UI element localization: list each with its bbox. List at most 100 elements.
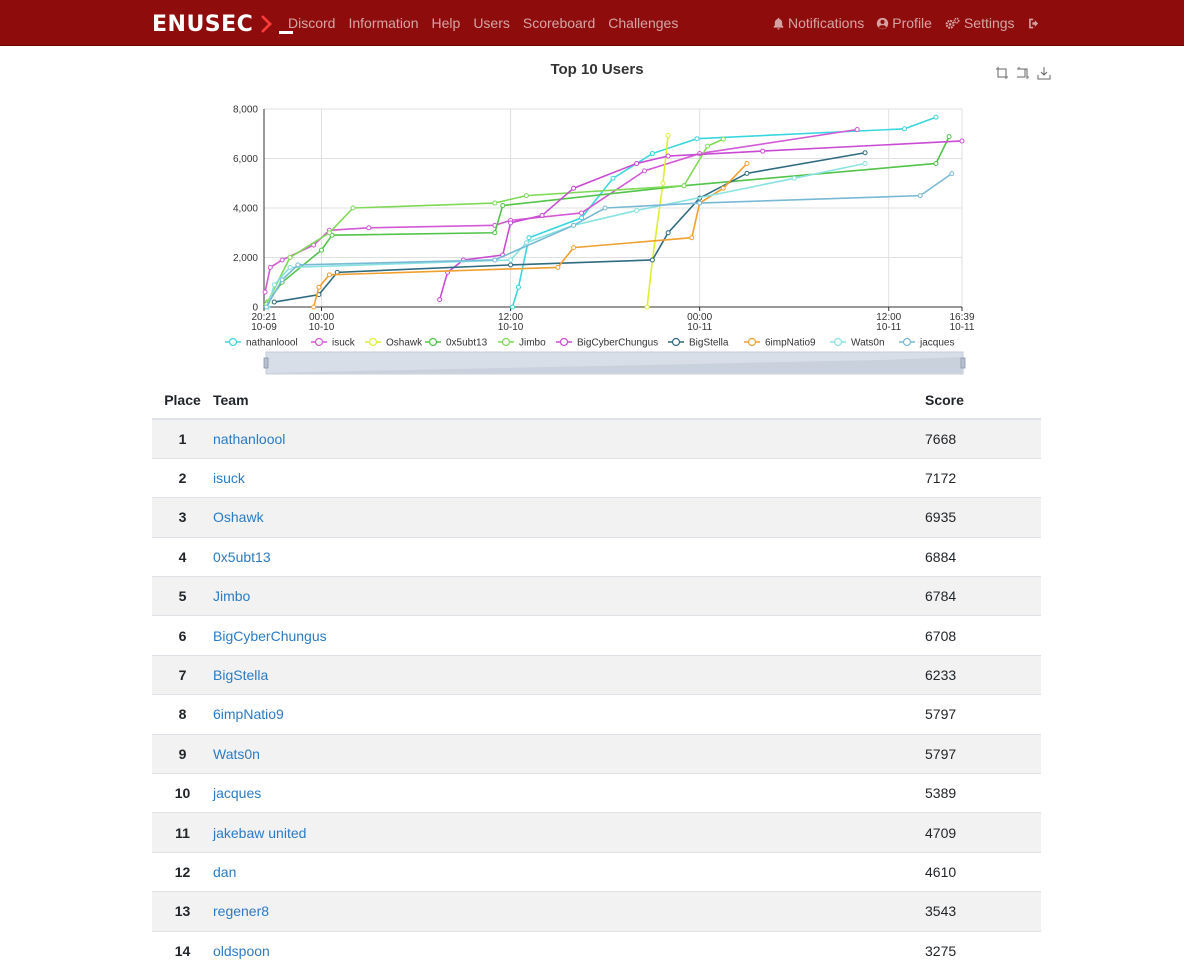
team-link[interactable]: BigStella [213,667,268,683]
data-point [665,132,671,138]
place-cell: 10 [152,773,213,813]
table-row: 13 regener8 3543 [152,891,1041,932]
nav-logout[interactable] [1027,17,1044,30]
table-row: 5 Jimbo 6784 [152,576,1041,616]
series-line-Jimbo [265,138,724,305]
x-tick-label: 10-10 [309,322,335,333]
user-nav: Notifications Profile Settings [772,0,1056,46]
data-point [634,207,640,213]
scoreboard-table: Place Team Score 1 nathanloool 7668 2 isuck 7… [152,381,1041,971]
data-point [437,297,443,303]
nav-profile[interactable]: Profile [876,15,932,31]
team-link[interactable]: dan [213,864,236,880]
table-row: 1 nathanloool 7668 [152,418,1041,459]
data-point [854,126,860,132]
team-link[interactable]: Wats0n [213,746,260,762]
x-tick-label: 10-09 [251,322,277,333]
data-point [523,240,529,246]
legend-marker [428,337,438,347]
score-cell: 6884 [924,536,1041,577]
data-point [571,245,577,251]
team-link[interactable]: oldspoon [213,943,270,959]
table-header-row: Place Team Score [152,381,1041,420]
team-cell: Jimbo [213,576,924,616]
data-point [508,220,514,226]
save-image-icon[interactable] [1037,66,1051,80]
nav-settings-label: Settings [963,15,1015,31]
data-point [744,161,750,167]
team-link[interactable]: Jimbo [213,588,250,604]
table-row: 7 BigStella 6233 [152,654,1041,695]
legend-marker [747,337,757,347]
user-circle-icon [876,17,889,30]
nav-users[interactable]: Users [473,15,510,31]
data-point [959,138,965,144]
team-link[interactable]: regener8 [213,903,269,919]
zoom-handle-left[interactable] [263,357,269,369]
x-tick-label: 10-11 [687,322,712,333]
data-point [946,134,952,140]
team-link[interactable]: BigCyberChungus [213,628,327,644]
nav-notifications[interactable]: Notifications [772,15,864,31]
data-point [634,160,640,166]
data-point [326,272,332,278]
team-header: Team [213,381,924,420]
team-link[interactable]: nathanloool [213,431,285,447]
data-point [326,230,332,236]
data-point [571,222,577,228]
data-point [720,136,726,142]
legend-marker [671,337,681,347]
team-cell: oldspoon [213,930,924,971]
brand-logo[interactable]: ENUSEC [152,11,294,37]
team-cell: dan [213,851,924,892]
score-cell: 5797 [924,694,1041,735]
data-point [660,180,666,186]
brand-caret-icon [254,15,273,33]
team-link[interactable]: jakebaw united [213,825,306,841]
team-cell: nathanloool [213,418,924,459]
team-link[interactable]: isuck [213,470,245,486]
scoreboard-body: 1 nathanloool 7668 2 isuck 7172 3 Oshawk 6935 4 0x… [152,418,1041,971]
place-cell: 7 [152,654,213,695]
nav-profile-label: Profile [892,15,932,31]
nav-scoreboard[interactable]: Scoreboard [523,15,595,31]
place-cell: 12 [152,851,213,892]
score-timeline-chart: 02,0004,0006,0008,00020:2110-0900:0010-1… [225,105,975,375]
data-point [665,153,671,159]
legend-label: 0x5ubt13 [446,338,488,349]
team-link[interactable]: 6impNatio9 [213,706,284,722]
team-link[interactable]: Oshawk [213,509,264,525]
team-link[interactable]: jacques [213,785,261,801]
data-point [539,212,545,218]
place-cell: 1 [152,418,213,459]
series-line-isuck [264,128,858,293]
zoom-reset-icon[interactable] [1016,66,1030,80]
data-point [279,257,285,263]
logout-icon [1027,17,1041,30]
data-point [689,235,695,241]
score-cell: 6708 [924,615,1041,656]
team-link[interactable]: 0x5ubt13 [213,549,271,565]
score-cell: 7668 [924,418,1041,459]
data-point [933,114,939,120]
score-cell: 4709 [924,812,1041,853]
nav-challenges[interactable]: Challenges [608,15,678,31]
table-row: 4 0x5ubt13 6884 [152,536,1041,577]
team-cell: Oshawk [213,497,924,538]
zoom-handle-right[interactable] [960,357,966,369]
legend-label: Wats0n [851,338,885,349]
nav-help[interactable]: Help [432,15,461,31]
data-point [555,264,561,270]
zoom-icon[interactable] [995,66,1009,80]
data-point [665,230,671,236]
data-point [350,205,356,211]
data-point [862,150,868,156]
series-line-Oshawk [646,135,669,308]
score-cell: 6784 [924,576,1041,616]
nav-discord[interactable]: Discord [288,15,335,31]
top-navbar: ENUSEC Discord Information Help Users Sc… [0,0,1184,46]
nav-information[interactable]: Information [348,15,418,31]
data-point [287,264,293,270]
nav-settings[interactable]: Settings [944,15,1015,31]
data-point [578,215,584,221]
